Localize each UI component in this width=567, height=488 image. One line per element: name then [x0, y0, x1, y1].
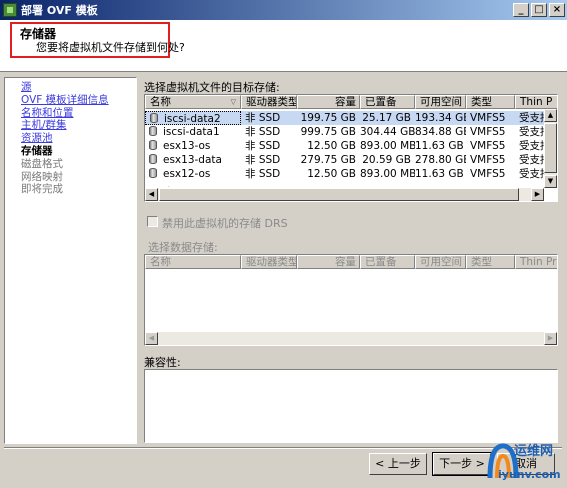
maximize-button[interactable]: □ [531, 3, 547, 17]
sort-arrow-icon: ▽ [230, 98, 236, 106]
datastore-icon [149, 154, 157, 164]
wizard-header: 存储器 您要将虚拟机文件存储到何处? [0, 20, 567, 72]
watermark-url: iyunv.com [498, 468, 561, 481]
step-resource-pool[interactable]: 资源池 [21, 132, 136, 145]
scroll-right-icon[interactable]: ▶ [531, 188, 544, 201]
storage-select-label: 选择虚拟机文件的目标存储: [144, 81, 280, 94]
table-row[interactable]: esx13-os 非 SSD 12.50 GB 893.00 MB 11.63 … [145, 139, 555, 153]
table-row[interactable]: iscsi-data2 非 SSD 199.75 GB 25.17 GB 193… [145, 111, 555, 125]
col-provisioned[interactable]: 已置备 [360, 95, 415, 109]
minimize-button[interactable]: _ [513, 3, 529, 17]
storage-table: 名称 ▽ 驱动器类型 容量 已置备 可用空间 类型 Thin P iscsi-da… [144, 94, 558, 202]
table-row-partial: · [145, 181, 555, 187]
datastore-icon [149, 126, 157, 136]
datastore-table: 名称 驱动器类型 容量 已置备 可用空间 类型 Thin Provis ◀ ▶ [144, 254, 558, 346]
storage-table-header: 名称 ▽ 驱动器类型 容量 已置备 可用空间 类型 Thin P [145, 95, 557, 109]
step-host-cluster[interactable]: 主机/群集 [21, 119, 136, 132]
datastore-select-label: 选择数据存储: [148, 241, 218, 254]
step-disk-format: 磁盘格式 [21, 157, 63, 170]
window-title: 部署 OVF 模板 [21, 4, 98, 17]
disable-drs-label: 禁用此虚拟机的存储 DRS [162, 217, 288, 230]
app-icon [3, 3, 17, 17]
step-source[interactable]: 源 [21, 81, 136, 94]
col-type: 类型 [466, 255, 515, 269]
col-thin[interactable]: Thin P [515, 95, 557, 109]
datastore-hscrollbar: ◀ ▶ [145, 332, 557, 345]
datastore-icon [150, 113, 158, 123]
col-name[interactable]: 名称 ▽ [145, 95, 241, 109]
step-network-mapping: 网络映射 [21, 170, 63, 183]
scroll-thumb[interactable] [159, 188, 519, 201]
col-free[interactable]: 可用空间 [415, 95, 466, 109]
col-capacity: 容量 [297, 255, 360, 269]
col-free: 可用空间 [415, 255, 466, 269]
disable-drs-checkbox[interactable] [147, 216, 158, 227]
col-drive-type[interactable]: 驱动器类型 [241, 95, 297, 109]
wizard-steps-panel: 源 OVF 模板详细信息 名称和位置 主机/群集 资源池 存储器 磁盘格式 网络… [4, 77, 137, 444]
scroll-thumb[interactable] [544, 123, 557, 173]
back-button[interactable]: < 上一步 [369, 453, 427, 475]
compatibility-label: 兼容性: [144, 356, 181, 369]
scroll-left-icon: ◀ [145, 332, 158, 345]
watermark-logo: 运维网 iyunv.com [486, 440, 561, 484]
datastore-icon [149, 168, 157, 178]
scroll-up-icon[interactable]: ▲ [544, 109, 557, 122]
datastore-table-header: 名称 驱动器类型 容量 已置备 可用空间 类型 Thin Provis [145, 255, 557, 269]
step-ready-to-complete: 即将完成 [21, 183, 63, 196]
step-name-location[interactable]: 名称和位置 [21, 107, 136, 120]
storage-vscrollbar[interactable]: ▲ ▼ [544, 109, 557, 188]
scroll-down-icon[interactable]: ▼ [544, 175, 557, 188]
col-name: 名称 [145, 255, 241, 269]
next-button[interactable]: 下一步 > [432, 452, 492, 476]
scroll-right-icon: ▶ [544, 332, 557, 345]
title-bar[interactable]: 部署 OVF 模板 _ □ × [0, 0, 567, 20]
close-button[interactable]: × [549, 3, 565, 17]
table-row[interactable]: esx12-os 非 SSD 12.50 GB 893.00 MB 11.63 … [145, 167, 555, 181]
col-drive-type: 驱动器类型 [241, 255, 297, 269]
col-type[interactable]: 类型 [466, 95, 515, 109]
col-provisioned: 已置备 [360, 255, 415, 269]
step-ovf-details[interactable]: OVF 模板详细信息 [21, 94, 136, 107]
step-storage: 存储器 [21, 144, 53, 157]
col-thin: Thin Provis [515, 255, 557, 269]
watermark-brand: 运维网 [514, 444, 554, 459]
table-row[interactable]: esx13-data 非 SSD 279.75 GB 20.59 GB 278.… [145, 153, 555, 167]
col-capacity[interactable]: 容量 [297, 95, 360, 109]
scroll-left-icon[interactable]: ◀ [145, 188, 158, 201]
storage-hscrollbar[interactable]: ◀ ▶ [145, 188, 544, 201]
footer-divider [4, 447, 562, 449]
table-row[interactable]: iscsi-data1 非 SSD 999.75 GB 304.44 GB 83… [145, 125, 555, 139]
page-subtitle: 您要将虚拟机文件存储到何处? [36, 41, 185, 54]
compatibility-box [144, 369, 558, 443]
datastore-icon [149, 140, 157, 150]
